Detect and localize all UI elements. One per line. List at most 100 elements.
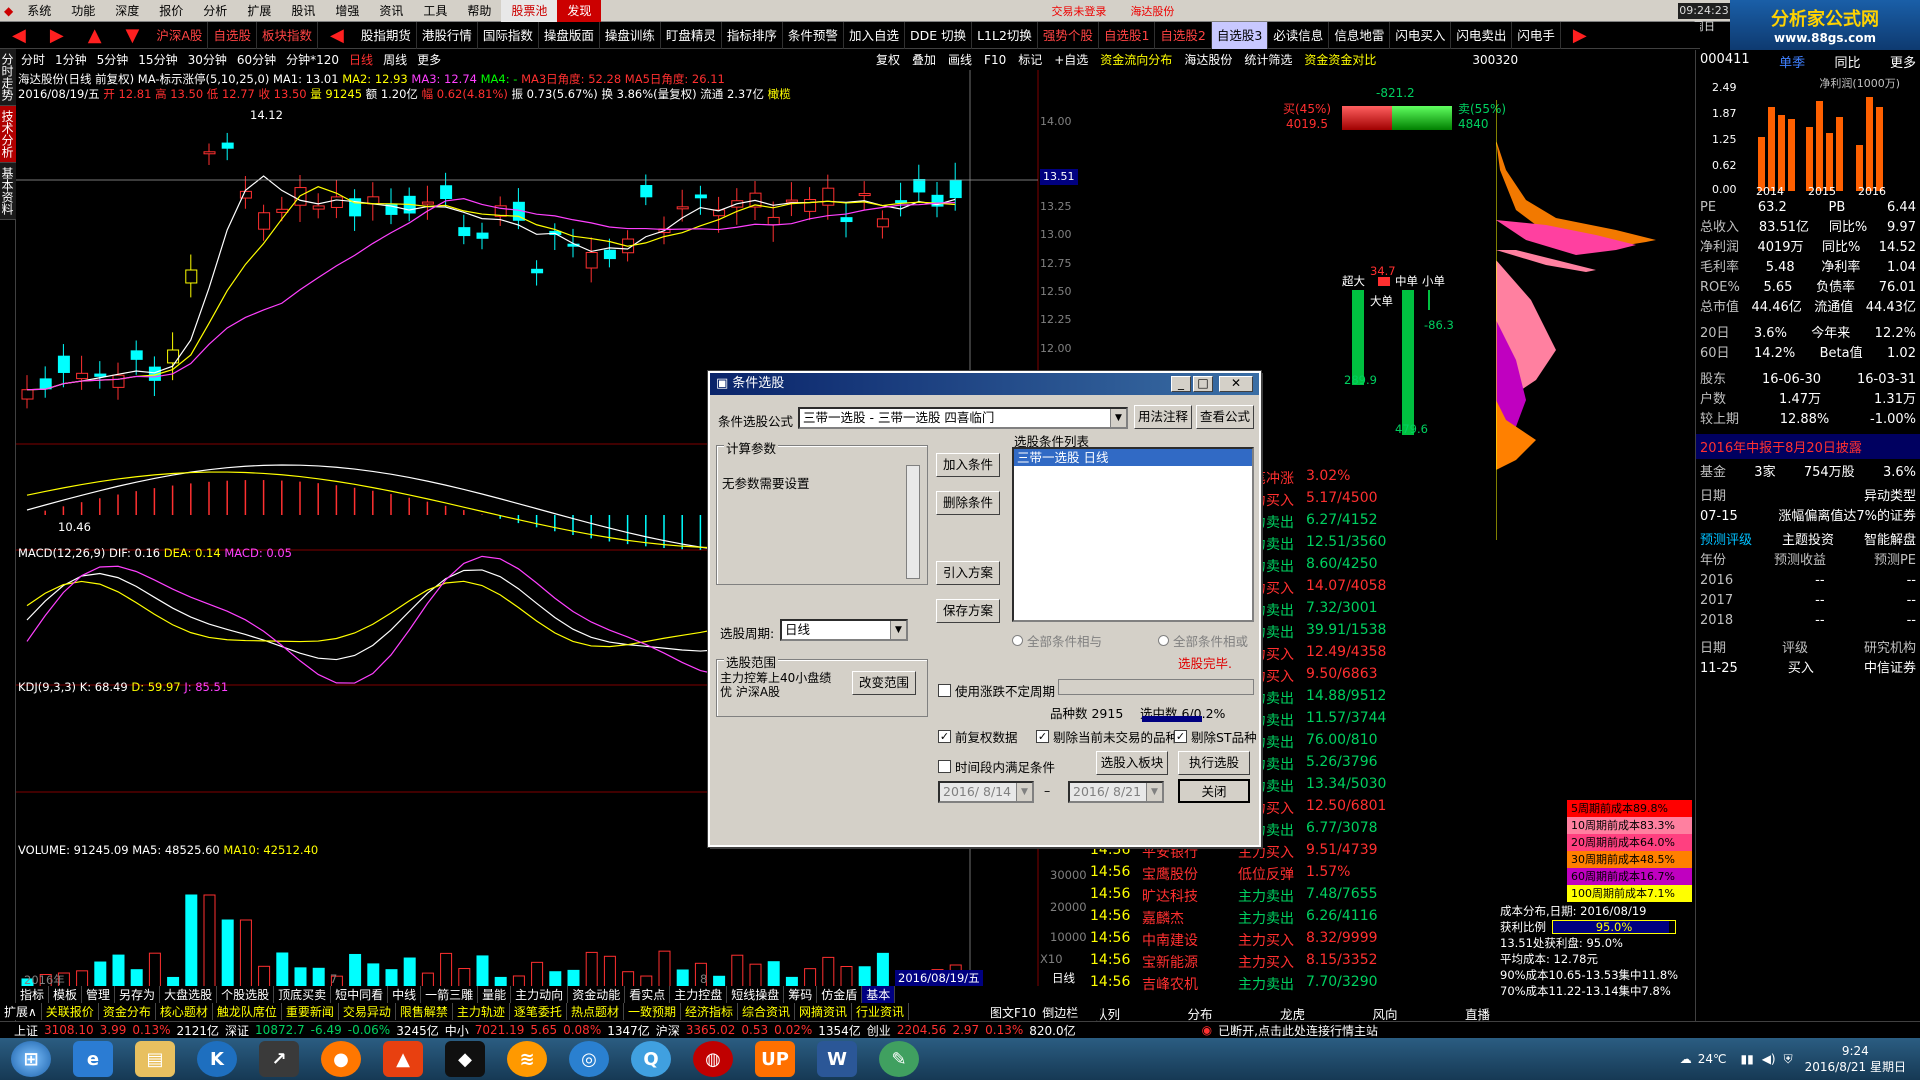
import-plan-button[interactable]: 引入方案 bbox=[936, 561, 1000, 585]
maximize-icon[interactable]: □ bbox=[1193, 376, 1213, 392]
forward-arrow-icon[interactable]: ▶ bbox=[38, 22, 76, 49]
usage-note-button[interactable]: 用法注释 bbox=[1134, 405, 1192, 429]
tick-row[interactable]: 14:56 宝鹰股份 低位反弹 1.57% bbox=[1090, 864, 1430, 886]
up-arrow-icon[interactable]: ▲ bbox=[76, 22, 114, 49]
tool-mark[interactable]: 标记 bbox=[1012, 51, 1048, 68]
menu-news[interactable]: 股讯 bbox=[281, 0, 325, 22]
minimize-icon[interactable]: _ bbox=[1171, 376, 1191, 392]
time-checkbox[interactable]: 时间段内满足条件 bbox=[938, 757, 1055, 776]
toolbar-flash-hand[interactable]: 闪电手 bbox=[1512, 21, 1561, 49]
tool-add-watch[interactable]: +自选 bbox=[1048, 51, 1094, 68]
menu-help[interactable]: 帮助 bbox=[457, 0, 501, 22]
tick-row[interactable]: 14:56 吉峰农机 主力卖出 7.70/3290 bbox=[1090, 974, 1430, 996]
tool-overlay[interactable]: 叠加 bbox=[906, 51, 942, 68]
formula-select[interactable]: 三带一选股 - 三带一选股 四喜临门 ▼ bbox=[798, 407, 1128, 429]
start-button-icon[interactable]: ⊞ bbox=[11, 1041, 51, 1077]
info-tab[interactable]: 触龙队席位 bbox=[213, 1003, 282, 1020]
period-15m[interactable]: 15分钟 bbox=[133, 51, 182, 68]
toolbar-flash-sell[interactable]: 闪电卖出 bbox=[1451, 21, 1513, 49]
toolbar-watch2[interactable]: 自选股2 bbox=[1155, 21, 1212, 49]
stock-app-icon[interactable]: ◆ bbox=[445, 1041, 485, 1077]
indicator-tab[interactable]: 短中同看 bbox=[331, 986, 389, 1003]
indicator-tab[interactable]: 主力动向 bbox=[511, 986, 569, 1003]
tool-app-icon[interactable]: ✎ bbox=[879, 1041, 919, 1077]
toolbar-l1l2[interactable]: L1L2切换 bbox=[972, 21, 1038, 49]
tick-row[interactable]: 14:56 旷达科技 主力卖出 7.48/7655 bbox=[1090, 886, 1430, 908]
run-select-button[interactable]: 执行选股 bbox=[1178, 751, 1250, 775]
back-arrow-icon[interactable]: ◀ bbox=[0, 22, 38, 49]
toolbar-flash-buy[interactable]: 闪电买入 bbox=[1390, 21, 1452, 49]
period-more[interactable]: 更多 bbox=[412, 51, 446, 68]
condition-list-item[interactable]: 三带一选股 日线 bbox=[1014, 449, 1252, 466]
toolbar-futures[interactable]: 股指期货 bbox=[356, 21, 417, 49]
toolbar-monitor[interactable]: 盯盘精灵 bbox=[661, 21, 722, 49]
toolbar-hk[interactable]: 港股行情 bbox=[417, 21, 478, 49]
period-daily[interactable]: 日线 bbox=[344, 51, 378, 68]
period-1m[interactable]: 1分钟 bbox=[50, 51, 92, 68]
trade-app-icon[interactable]: ▲ bbox=[383, 1041, 423, 1077]
indicator-tab[interactable]: 短线操盘 bbox=[727, 986, 785, 1003]
info-tab-quarter[interactable]: 单季 bbox=[1779, 52, 1805, 71]
search-app-icon[interactable]: Q bbox=[631, 1041, 671, 1077]
menu-enhance[interactable]: 增强 bbox=[325, 0, 369, 22]
shield-icon[interactable]: ⛨ bbox=[1784, 1052, 1793, 1067]
date-to-field[interactable]: 2016/ 8/21 ▼ bbox=[1068, 781, 1164, 803]
info-tab-more[interactable]: 更多 bbox=[1890, 52, 1916, 71]
login-notice[interactable]: 交易未登录 bbox=[1051, 3, 1106, 19]
info-tab[interactable]: 行业资讯 bbox=[852, 1003, 910, 1020]
delete-condition-button[interactable]: 删除条件 bbox=[936, 491, 1000, 515]
toolbar-shsz-a[interactable]: 沪深A股 bbox=[151, 21, 209, 49]
network-icon[interactable]: ▮▮ bbox=[1740, 1052, 1753, 1066]
indicator-tab[interactable]: 个股选股 bbox=[217, 986, 275, 1003]
date-from-field[interactable]: 2016/ 8/14 ▼ bbox=[938, 781, 1034, 803]
hs-label[interactable]: 沪深 bbox=[656, 1022, 686, 1039]
toolbar-training[interactable]: 操盘训练 bbox=[600, 21, 661, 49]
down-arrow-icon[interactable]: ▼ bbox=[114, 22, 152, 49]
toolbar-alert[interactable]: 条件预警 bbox=[783, 21, 844, 49]
tick-row[interactable]: 14:56 宝新能源 主力买入 8.15/3352 bbox=[1090, 952, 1430, 974]
tool-f10[interactable]: F10 bbox=[978, 53, 1012, 67]
menu-info[interactable]: 资讯 bbox=[369, 0, 413, 22]
info-tab[interactable]: 限售解禁 bbox=[396, 1003, 453, 1020]
forecast-tab-smart[interactable]: 智能解盘 bbox=[1864, 531, 1916, 551]
info-tab[interactable]: 逐笔委托 bbox=[510, 1003, 567, 1020]
forecast-tab-rating[interactable]: 预测评级 bbox=[1700, 531, 1752, 551]
adjust-checkbox[interactable]: ✓ 前复权数据 bbox=[938, 727, 1018, 746]
volume-icon[interactable]: ◀) bbox=[1762, 1052, 1776, 1066]
globe-app-icon[interactable]: ◎ bbox=[569, 1041, 609, 1077]
app-icon[interactable]: ◆ bbox=[0, 0, 17, 22]
mode-f10[interactable]: 图文F10 bbox=[990, 1004, 1036, 1021]
up-app-icon[interactable]: UP bbox=[755, 1041, 795, 1077]
connection-message[interactable]: 已断开,点击此处连接行情主站 bbox=[1218, 1022, 1384, 1039]
info-tab[interactable]: 经济指标 bbox=[681, 1003, 738, 1020]
toolbar-left-icon[interactable]: ◀ bbox=[318, 22, 356, 49]
toolbar-dde[interactable]: DDE 切换 bbox=[905, 21, 973, 49]
indicator-tab[interactable]: 筹码 bbox=[784, 986, 818, 1003]
indicator-tab[interactable]: 看实点 bbox=[625, 986, 671, 1003]
indicator-tab[interactable]: 指标 bbox=[16, 986, 50, 1003]
info-tab[interactable]: 重要新闻 bbox=[282, 1003, 339, 1020]
indicator-tab[interactable]: 另存为 bbox=[115, 986, 161, 1003]
close-icon[interactable]: ✕ bbox=[1219, 376, 1253, 392]
menu-discover[interactable]: 发现 bbox=[557, 0, 602, 22]
info-tab[interactable]: 网摘资讯 bbox=[795, 1003, 853, 1020]
period-weekly[interactable]: 周线 bbox=[378, 51, 412, 68]
info-tab[interactable]: 热点题材 bbox=[567, 1003, 624, 1020]
tick-row[interactable]: 14:56 中南建设 主力买入 8.32/9999 bbox=[1090, 930, 1430, 952]
menu-quote[interactable]: 报价 bbox=[149, 0, 193, 22]
indicator-tab[interactable]: 基本 bbox=[862, 986, 896, 1003]
exclude-checkbox[interactable]: ✓ 剔除当前未交易的品种 bbox=[1036, 727, 1178, 746]
menu-tools[interactable]: 工具 bbox=[413, 0, 457, 22]
tab-fundamentals[interactable]: 基本资料 bbox=[0, 163, 16, 220]
indicator-tab[interactable]: 大盘选股 bbox=[160, 986, 218, 1003]
info-tab[interactable]: 一致预期 bbox=[624, 1003, 681, 1020]
weather-icon[interactable]: ☁ bbox=[1680, 1052, 1692, 1066]
forecast-tab-theme[interactable]: 主题投资 bbox=[1782, 531, 1834, 551]
period-120m[interactable]: 分钟*120 bbox=[281, 51, 344, 68]
toolbar-strong[interactable]: 强势个股 bbox=[1038, 21, 1099, 49]
indicator-tab[interactable]: 中线 bbox=[388, 986, 422, 1003]
to-block-button[interactable]: 选股入板块 bbox=[1096, 751, 1168, 775]
toolbar-layout[interactable]: 操盘版面 bbox=[539, 21, 600, 49]
menu-function[interactable]: 功能 bbox=[61, 0, 105, 22]
toolbar-watchlist[interactable]: 自选股 bbox=[208, 21, 257, 49]
